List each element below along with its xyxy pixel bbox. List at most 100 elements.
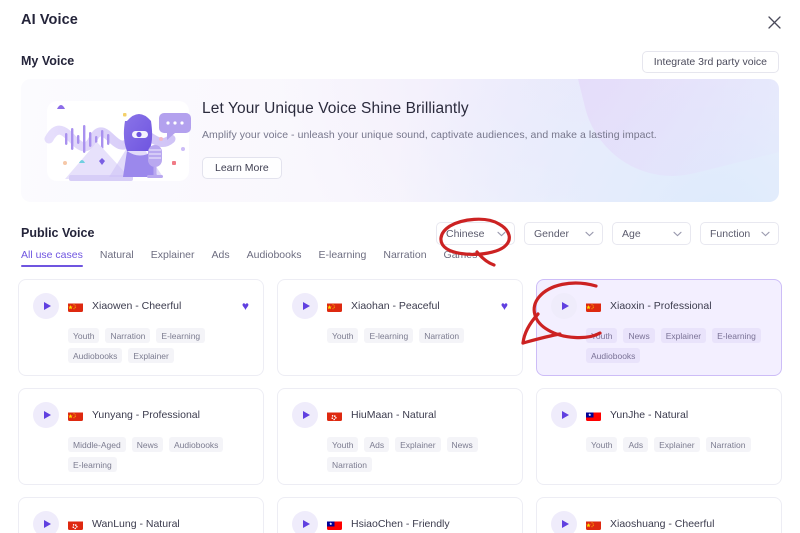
tab-narration[interactable]: Narration — [383, 249, 426, 267]
gender-filter[interactable]: Gender — [524, 222, 603, 245]
gender-filter-label: Gender — [534, 227, 570, 240]
function-filter[interactable]: Function — [700, 222, 779, 245]
voice-card[interactable]: HiuMaan - Natural Youth Ads Explainer News Na… — [277, 388, 523, 485]
play-icon[interactable] — [551, 293, 577, 319]
tag: Explainer — [660, 328, 707, 343]
voice-name: Xiaowen - Cheerful — [92, 300, 182, 312]
language-filter-label: Chinese — [446, 227, 485, 240]
voice-card[interactable]: Xiaoxin - Professional Youth News Explainer… — [536, 279, 782, 376]
voice-card[interactable]: YunJhe - Natural Youth Ads Explainer Narrati… — [536, 388, 782, 485]
public-voice-heading: Public Voice — [21, 226, 95, 240]
play-icon[interactable] — [33, 402, 59, 428]
tab-natural[interactable]: Natural — [100, 249, 134, 267]
voice-name: Xiaoshuang - Cheerful — [610, 518, 715, 530]
tag: News — [446, 437, 478, 452]
flag-icon — [68, 410, 83, 421]
tag: Explainer — [395, 437, 441, 452]
tag: Explainer — [654, 437, 700, 452]
tag: E-learning — [68, 457, 117, 472]
language-filter[interactable]: Chinese — [436, 222, 515, 245]
tag: E-learning — [364, 328, 414, 343]
flag-icon — [586, 410, 601, 421]
flag-icon — [586, 301, 601, 312]
tag: Youth — [327, 437, 359, 452]
voice-card-grid: Xiaowen - Cheerful ♥ Youth Narration E-learn… — [18, 279, 782, 533]
promo-banner: Let Your Unique Voice Shine Brilliantly … — [21, 79, 779, 202]
voice-illustration — [35, 87, 205, 195]
voice-name: Xiaohan - Peaceful — [351, 300, 440, 312]
play-icon[interactable] — [551, 511, 577, 533]
chevron-down-icon — [673, 228, 682, 240]
voice-name: Yunyang - Professional — [92, 409, 200, 421]
tab-ads[interactable]: Ads — [212, 249, 230, 267]
voice-name: Xiaoxin - Professional — [610, 300, 712, 312]
tag: News — [623, 328, 655, 343]
tag-list: Youth Ads Explainer News Narration — [327, 437, 508, 472]
tag: Audiobooks — [586, 348, 641, 363]
tag: E-learning — [712, 328, 761, 343]
tag-list: Youth E-learning Narration — [327, 328, 508, 343]
flag-icon — [586, 519, 601, 530]
favorite-heart-icon[interactable]: ♥ — [501, 300, 508, 312]
tag: Narration — [705, 437, 751, 452]
play-icon[interactable] — [551, 402, 577, 428]
play-icon[interactable] — [292, 402, 318, 428]
tag: E-learning — [156, 328, 206, 343]
voice-name: YunJhe - Natural — [610, 409, 689, 421]
banner-text-block: Let Your Unique Voice Shine Brilliantly … — [202, 100, 657, 179]
tab-audiobooks[interactable]: Audiobooks — [247, 249, 302, 267]
tag: Youth — [327, 328, 359, 343]
chevron-down-icon — [585, 228, 594, 240]
function-filter-label: Function — [710, 227, 751, 240]
chevron-down-icon — [497, 228, 506, 240]
age-filter[interactable]: Age — [612, 222, 691, 245]
use-case-tabs: All use cases Natural Explainer Ads Audi… — [21, 249, 477, 267]
tag-list: Youth Narration E-learning Audiobooks Explai… — [68, 328, 249, 363]
tag: Explainer — [128, 348, 174, 363]
tag: Youth — [586, 328, 618, 343]
tag: Narration — [419, 328, 465, 343]
voice-card[interactable]: Xiaowen - Cheerful ♥ Youth Narration E-learn… — [18, 279, 264, 376]
voice-card[interactable]: Yunyang - Professional Middle-Aged News Aud… — [18, 388, 264, 485]
tag: Ads — [364, 437, 390, 452]
voice-name: HsiaoChen - Friendly — [351, 518, 450, 530]
voice-card[interactable]: WanLung - NaturalYouthExplainerNarration — [18, 497, 264, 533]
chevron-down-icon — [761, 228, 770, 240]
tab-explainer[interactable]: Explainer — [151, 249, 195, 267]
banner-subtext: Amplify your voice - unleash your unique… — [202, 129, 657, 141]
tag: Ads — [623, 437, 649, 452]
integrate-3rd-party-voice-button[interactable]: Integrate 3rd party voice — [641, 51, 779, 73]
flag-icon — [327, 519, 342, 530]
play-icon[interactable] — [292, 293, 318, 319]
tag: Audiobooks — [169, 437, 224, 452]
voice-card[interactable]: HsiaoChen - FriendlyYouthExplainerNarrat… — [277, 497, 523, 533]
tag: Narration — [105, 328, 151, 343]
tag-list: Youth News Explainer E-learning Audiobooks — [586, 328, 767, 363]
page-title: AI Voice — [21, 12, 78, 28]
tag-list: Youth Ads Explainer Narration — [586, 437, 767, 452]
favorite-heart-icon[interactable]: ♥ — [242, 300, 249, 312]
flag-icon — [327, 301, 342, 312]
flag-icon — [68, 519, 83, 530]
tag: Youth — [68, 328, 100, 343]
voice-card[interactable]: Xiaohan - Peaceful ♥ Youth E-learning Narrat… — [277, 279, 523, 376]
play-icon[interactable] — [292, 511, 318, 533]
flag-icon — [327, 410, 342, 421]
play-icon[interactable] — [33, 293, 59, 319]
tab-all-use-cases[interactable]: All use cases — [21, 249, 83, 267]
voice-name: WanLung - Natural — [92, 518, 180, 530]
filter-bar: Chinese Gender Age Function — [436, 222, 779, 245]
ai-voice-dialog: AI Voice My Voice Integrate 3rd party vo… — [0, 0, 800, 533]
learn-more-button[interactable]: Learn More — [202, 157, 282, 179]
close-icon[interactable] — [763, 11, 785, 33]
tag: Middle-Aged — [68, 437, 126, 452]
tag-list: Middle-Aged News Audiobooks E-learning — [68, 437, 249, 472]
my-voice-heading: My Voice — [21, 54, 75, 68]
age-filter-label: Age — [622, 227, 641, 240]
tab-e-learning[interactable]: E-learning — [318, 249, 366, 267]
tag: Narration — [327, 457, 372, 472]
tab-games[interactable]: Games — [444, 249, 478, 267]
banner-headline: Let Your Unique Voice Shine Brilliantly — [202, 100, 469, 117]
voice-card[interactable]: Xiaoshuang - CheerfulChildAdsAudiobooks — [536, 497, 782, 533]
play-icon[interactable] — [33, 511, 59, 533]
